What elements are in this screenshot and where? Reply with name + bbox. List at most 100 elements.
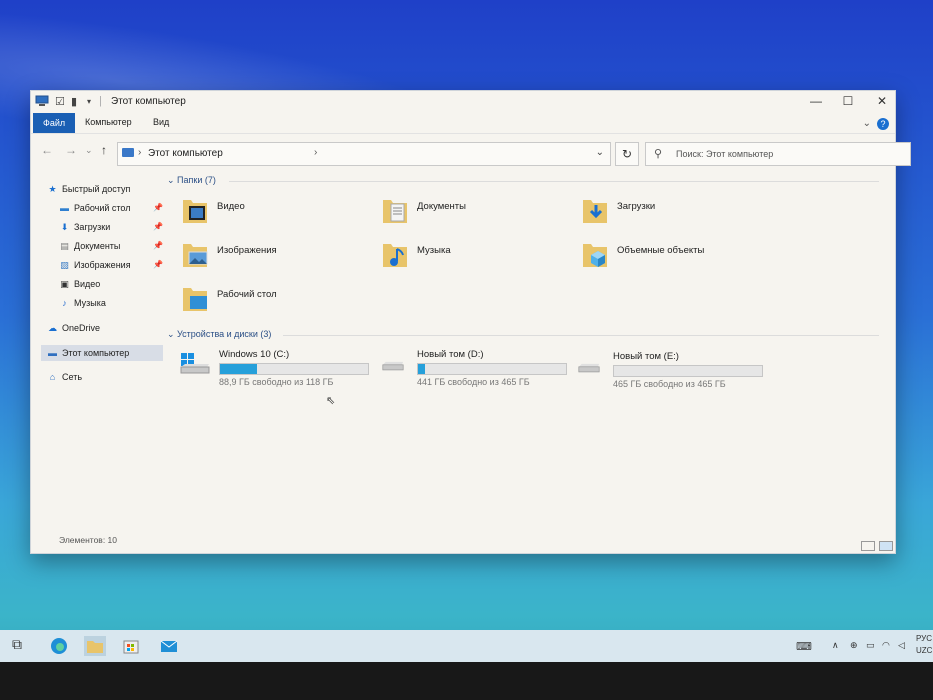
sidebar-item-label: Загрузки — [74, 222, 111, 232]
navigation-bar: ← → ⌄ ↑ › Этот компьютер › ⌄ ↻ ⚲ Поиск: … — [31, 133, 911, 167]
pictures-folder-icon — [183, 244, 208, 267]
ribbon-tabs: Файл Компьютер Вид ⌄ ? — [31, 113, 895, 134]
mail-icon[interactable] — [158, 636, 180, 656]
mouse-cursor-icon: ⇖ — [326, 395, 336, 407]
forward-button[interactable]: → — [65, 143, 77, 157]
drive-item[interactable]: Windows 10 (C:) 88,9 ГБ свободно из 118 … — [179, 349, 369, 389]
cloud-icon: ☁ — [48, 323, 57, 333]
expand-ribbon-icon[interactable]: ⌄ — [863, 118, 871, 129]
folder-item[interactable]: Загрузки — [581, 193, 771, 231]
video-icon: ▣ — [60, 279, 69, 289]
properties-quick-icon[interactable]: ☑ — [55, 95, 65, 108]
music-folder-icon — [383, 244, 407, 267]
sidebar-item-network[interactable]: ⌂ Сеть — [47, 369, 165, 385]
minimize-button[interactable]: — — [801, 94, 831, 108]
drive-usage-bar — [219, 363, 369, 375]
search-placeholder: Поиск: Этот компьютер — [676, 149, 774, 159]
tray-overflow-icon[interactable]: ∧ — [832, 640, 839, 651]
drive-usage-bar — [613, 365, 763, 377]
sidebar-item-music[interactable]: ♪ Музыка — [59, 295, 165, 311]
sidebar-item-label: Быстрый доступ — [62, 184, 131, 194]
battery-icon[interactable]: ▭ — [866, 640, 875, 651]
tab-file[interactable]: Файл — [33, 113, 76, 133]
taskbar: ⧉ ⌨ ∧ ⊕ ▭ ◠ ◁ РУС UZC — [0, 630, 933, 662]
star-icon: ★ — [48, 184, 57, 194]
downloads-icon: ⬇ — [60, 222, 69, 232]
folder-item[interactable]: Музыка — [381, 237, 571, 275]
status-item-count: Элементов: 10 — [59, 535, 117, 545]
wifi-icon[interactable]: ◠ — [882, 640, 890, 651]
tab-computer[interactable]: Компьютер — [85, 117, 132, 127]
sidebar-item-label: Изображения — [74, 260, 131, 270]
store-icon[interactable] — [120, 636, 142, 656]
hard-drive-icon — [578, 363, 600, 373]
help-icon[interactable]: ? — [877, 118, 889, 130]
documents-icon: ▤ — [60, 241, 69, 251]
drive-free-space: 465 ГБ свободно из 465 ГБ — [613, 379, 726, 389]
sidebar-item-this-pc[interactable]: ▬ Этот компьютер — [41, 345, 163, 361]
quick-access-dropdown-icon[interactable]: ▾ — [87, 97, 91, 106]
downloads-folder-icon — [583, 200, 607, 223]
volume-icon[interactable]: ◁ — [898, 640, 905, 651]
content-area: ⌄ Папки (7) Видео Документы Загрузки Изо… — [159, 171, 889, 531]
this-pc-icon — [35, 95, 49, 106]
title-divider: | — [99, 95, 102, 107]
sidebar-item-desktop[interactable]: ▬ Рабочий стол 📌 — [59, 200, 165, 216]
navigation-pane: ★ Быстрый доступ ▬ Рабочий стол 📌 ⬇ Загрузк… — [39, 181, 163, 511]
folder-item[interactable]: Видео — [181, 193, 371, 231]
refresh-button[interactable]: ↻ — [615, 142, 639, 166]
sidebar-item-video[interactable]: ▣ Видео — [59, 276, 165, 292]
folder-item[interactable]: Изображения — [181, 237, 371, 275]
drive-name: Новый том (E:) — [613, 351, 679, 362]
group-header-drives[interactable]: ⌄ Устройства и диски (3) — [167, 329, 271, 340]
sidebar-item-documents[interactable]: ▤ Документы 📌 — [59, 238, 165, 254]
group-divider — [229, 181, 879, 182]
title-bar: ☑ ▮ ▾ | Этот компьютер — ☐ ✕ — [31, 91, 895, 113]
network-tray-icon[interactable]: ⊕ — [850, 640, 858, 651]
large-icons-view-button[interactable] — [879, 541, 893, 551]
language-indicator-secondary[interactable]: UZC — [916, 646, 932, 655]
sidebar-item-downloads[interactable]: ⬇ Загрузки 📌 — [59, 219, 165, 235]
documents-folder-icon — [383, 200, 407, 223]
drive-free-space: 441 ГБ свободно из 465 ГБ — [417, 377, 530, 387]
sidebar-item-onedrive[interactable]: ☁ OneDrive — [47, 320, 165, 336]
music-icon: ♪ — [62, 298, 67, 308]
recent-locations-icon[interactable]: ⌄ — [85, 145, 93, 156]
back-button[interactable]: ← — [41, 143, 53, 157]
folder-item[interactable]: Объемные объекты — [581, 237, 771, 275]
file-explorer-taskbar-icon[interactable] — [84, 636, 106, 656]
language-indicator[interactable]: РУС — [916, 634, 932, 643]
sidebar-item-label: Видео — [74, 279, 101, 289]
maximize-button[interactable]: ☐ — [833, 94, 863, 108]
drive-name: Новый том (D:) — [417, 349, 484, 360]
folder-name: Объемные объекты — [617, 245, 705, 256]
folder-item[interactable]: Документы — [381, 193, 571, 231]
up-button[interactable]: ↑ — [101, 143, 107, 157]
group-header-label: Устройства и диски (3) — [177, 329, 272, 339]
breadcrumb-chevron-icon[interactable]: › — [138, 147, 141, 158]
details-view-button[interactable] — [861, 541, 875, 551]
tab-view[interactable]: Вид — [153, 117, 169, 127]
sidebar-item-pictures[interactable]: ▨ Изображения 📌 — [59, 257, 165, 273]
folder-item[interactable]: Рабочий стол — [181, 281, 371, 319]
group-header-folders[interactable]: ⌄ Папки (7) — [167, 175, 216, 186]
address-bar[interactable]: › Этот компьютер › ⌄ — [117, 142, 611, 166]
folder-name: Загрузки — [617, 201, 656, 212]
sidebar-item-label: Музыка — [74, 298, 106, 308]
new-folder-quick-icon[interactable]: ▮ — [71, 95, 77, 108]
drive-item[interactable]: Новый том (E:) 465 ГБ свободно из 465 ГБ — [573, 351, 763, 391]
sidebar-item-quick-access[interactable]: ★ Быстрый доступ — [47, 181, 165, 197]
task-view-icon[interactable]: ⧉ — [12, 636, 34, 656]
desktop-folder-icon — [183, 288, 207, 311]
close-button[interactable]: ✕ — [867, 94, 897, 108]
breadcrumb-chevron-icon[interactable]: › — [314, 147, 317, 158]
keyboard-icon[interactable]: ⌨ — [796, 640, 812, 653]
drive-free-space: 88,9 ГБ свободно из 118 ГБ — [219, 377, 334, 387]
address-dropdown-icon[interactable]: ⌄ — [596, 147, 604, 158]
sidebar-item-label: Документы — [74, 241, 121, 251]
drive-item[interactable]: Новый том (D:) 441 ГБ свободно из 465 ГБ — [377, 349, 567, 389]
drive-usage-fill — [220, 364, 257, 374]
search-input[interactable]: ⚲ Поиск: Этот компьютер — [645, 142, 911, 166]
edge-browser-icon[interactable] — [48, 636, 70, 656]
breadcrumb-this-pc[interactable]: Этот компьютер — [148, 148, 223, 159]
